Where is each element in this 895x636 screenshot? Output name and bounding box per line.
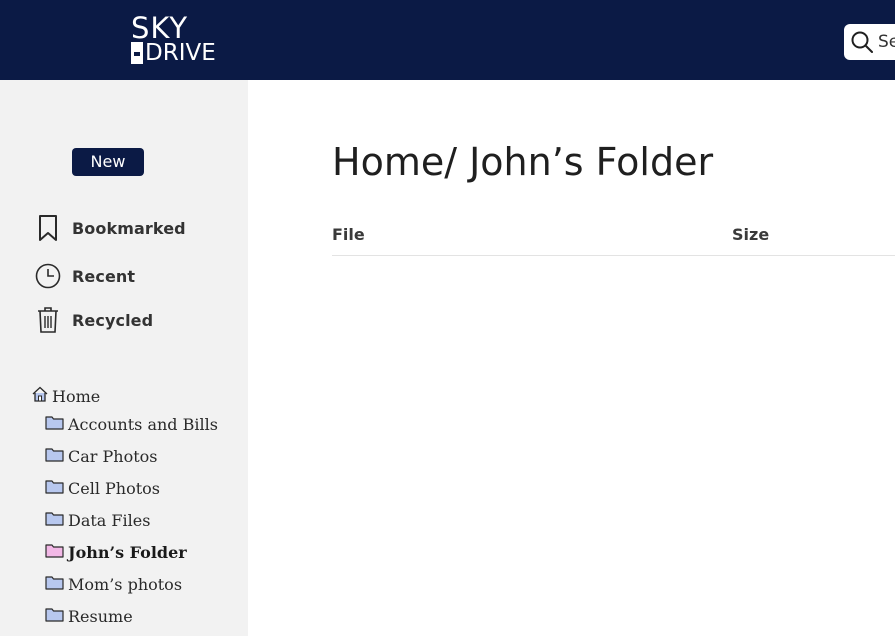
folder-icon (45, 607, 64, 626)
tree-item-resume[interactable]: Resume (45, 605, 133, 627)
top-header: SKY DRIVE (0, 0, 895, 80)
tree-item-car-photos[interactable]: Car Photos (45, 445, 158, 467)
tree-item-accounts-and-bills[interactable]: Accounts and Bills (45, 413, 218, 435)
logo-bottom-row: DRIVE (131, 41, 216, 65)
logo-mark-icon (131, 42, 143, 64)
sidebar-item-recent[interactable]: Recent (34, 260, 135, 292)
bookmark-icon (34, 214, 62, 242)
tree-item-label: Cell Photos (68, 478, 161, 498)
folder-icon (45, 479, 64, 498)
page-title: Home/ John’s Folder (332, 140, 714, 184)
table-divider (332, 255, 895, 256)
tree-item-moms-photos[interactable]: Mom’s photos (45, 573, 182, 595)
sidebar-item-label: Recycled (72, 310, 154, 330)
home-icon (32, 386, 48, 406)
folder-icon (45, 575, 64, 594)
skydrive-logo[interactable]: SKY DRIVE (131, 11, 216, 66)
tree-item-label: Resume (68, 606, 133, 626)
new-button[interactable]: New (72, 148, 144, 176)
tree-item-johns-folder[interactable]: John’s Folder (45, 541, 187, 563)
tree-item-label: Mom’s photos (68, 574, 183, 594)
sidebar-item-label: Bookmarked (72, 218, 186, 238)
logo-text-top: SKY (131, 11, 189, 45)
tree-item-label: Data Files (68, 510, 151, 530)
tree-item-label: Home (52, 386, 101, 406)
search-input[interactable] (878, 30, 895, 54)
folder-icon (45, 511, 64, 530)
tree-item-cell-photos[interactable]: Cell Photos (45, 477, 160, 499)
folder-icon (45, 447, 64, 466)
search-icon[interactable] (851, 31, 873, 53)
tree-item-label: Accounts and Bills (68, 414, 218, 434)
tree-item-label-active: John’s Folder (68, 542, 187, 562)
tree-item-label: Car Photos (68, 446, 158, 466)
tree-item-data-files[interactable]: Data Files (45, 509, 150, 531)
trash-icon (34, 306, 62, 334)
sidebar-item-label: Recent (72, 266, 136, 286)
sidebar: New Bookmarked Recent Recycled Home Acco… (0, 80, 248, 636)
logo-text-bottom: DRIVE (145, 40, 216, 66)
column-header-file[interactable]: File (332, 225, 365, 244)
folder-icon (45, 543, 64, 562)
sidebar-item-bookmarked[interactable]: Bookmarked (34, 212, 186, 244)
column-header-size[interactable]: Size (732, 225, 769, 244)
clock-icon (34, 262, 62, 290)
tree-item-home[interactable]: Home (32, 386, 100, 406)
folder-icon (45, 415, 64, 434)
sidebar-item-recycled[interactable]: Recycled (34, 304, 153, 336)
search-box[interactable] (844, 24, 895, 60)
